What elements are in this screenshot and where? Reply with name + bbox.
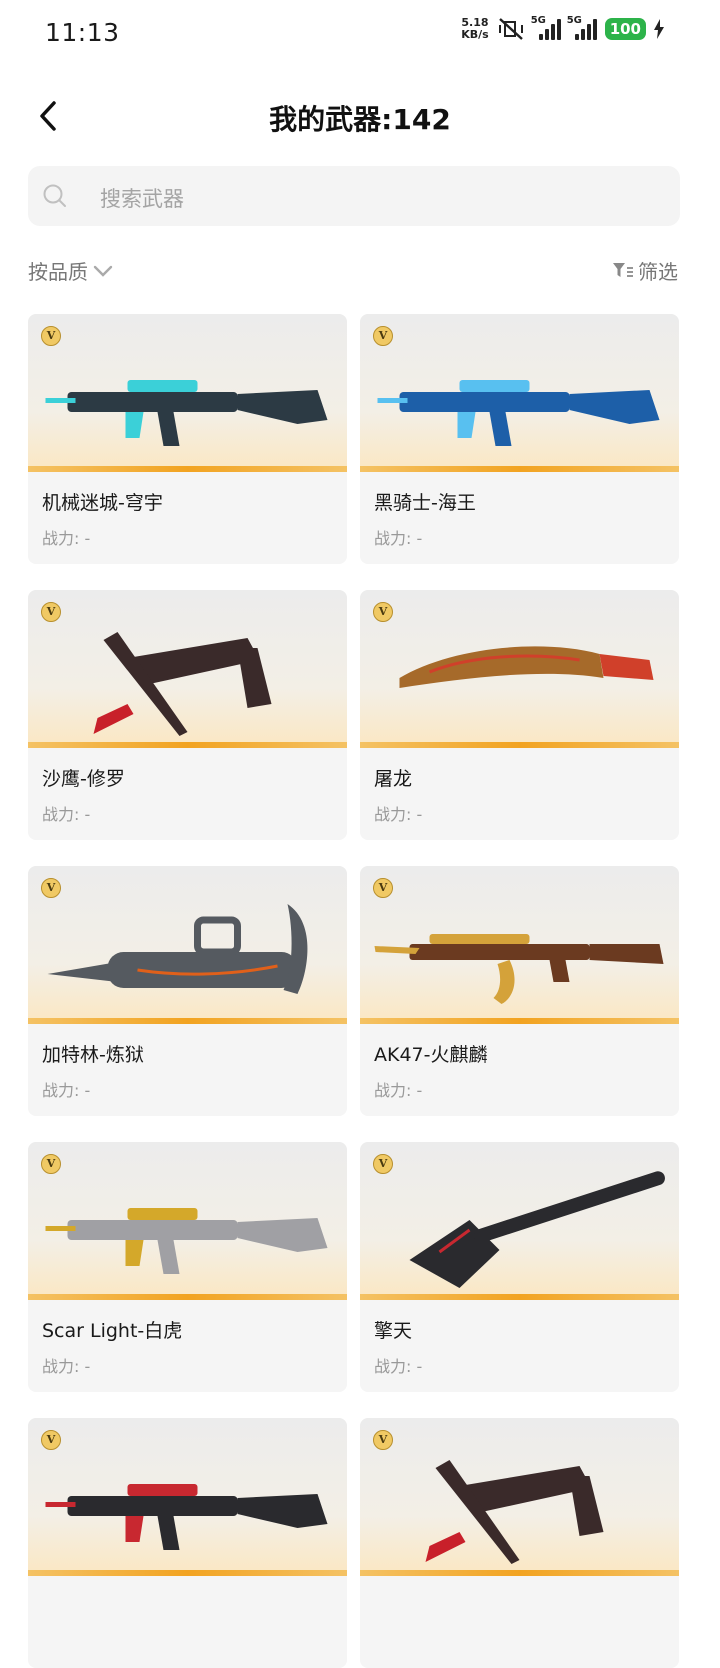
weapon-power: 战力: - [42,529,91,548]
weapon-name: 屠龙 [374,768,413,790]
weapon-power: 战力: - [374,529,423,548]
weapon-name: 加特林-炼狱 [42,1044,144,1066]
weapon-image: V [28,1418,347,1576]
quality-color-bar [360,1018,679,1024]
status-bar: 11:13 5.18 KB/s 5G 5G 100 [0,0,720,66]
mute-vibrate-icon [498,18,523,40]
filter-icon [613,262,633,277]
pistol-blade-icon [425,1460,604,1564]
quality-color-bar [28,742,347,748]
weapon-power: 战力: - [42,805,91,824]
weapon-card[interactable]: V [28,1418,347,1668]
filter-button[interactable]: 筛选 [612,256,678,285]
ak-rifle-icon [374,934,664,1004]
quality-badge-icon: V [41,602,61,622]
weapon-image: V [360,866,679,1024]
weapon-image: V [28,1142,347,1300]
shovel-icon [409,1171,665,1288]
network-type-1: 5G [530,15,546,26]
weapon-card[interactable]: V Scar Light-白虎 战力: - [28,1142,347,1392]
sort-dropdown[interactable]: 按品质 [28,256,114,285]
page-header: 我的武器:142 [0,86,720,146]
quality-badge-icon: V [373,1154,393,1174]
speed-unit: KB/s [461,28,489,41]
weapon-card[interactable]: V 擎天战力: - [360,1142,679,1392]
weapon-card[interactable]: V 屠龙战力: - [360,590,679,840]
quality-color-bar [360,1294,679,1300]
search-placeholder: 搜索武器 [100,187,184,211]
quality-badge-icon: V [41,878,61,898]
rifle-icon [45,380,328,446]
weapon-card[interactable]: V 沙鹰-修罗战力: - [28,590,347,840]
search-input[interactable]: 搜索武器 [28,166,680,226]
rifle-icon [45,1208,328,1274]
filter-label: 筛选 [638,260,678,284]
weapon-name: 擎天 [374,1320,413,1342]
weapon-image: V [360,590,679,748]
weapon-card[interactable]: V 黑骑士-海王 战力: - [360,314,679,564]
weapon-power: 战力: - [374,805,423,824]
quality-badge-icon: V [41,326,61,346]
quality-badge-icon: V [41,1154,61,1174]
quality-color-bar [28,466,347,472]
quality-color-bar [28,1018,347,1024]
charging-icon [654,19,664,39]
quality-color-bar [360,742,679,748]
weapon-name: 沙鹰-修罗 [42,768,125,790]
weapon-image: V [28,590,347,748]
network-speed: 5.18 KB/s [461,17,488,41]
pistol-blade-icon [93,632,272,736]
quality-badge-icon: V [373,1430,393,1450]
signal-icon-2: 5G [566,15,597,40]
signal-icon-1: 5G [530,15,561,40]
quality-color-bar [28,1294,347,1300]
rifle-icon [377,380,660,446]
weapon-name: 黑骑士-海王 [374,492,476,514]
weapon-image: V [360,1142,679,1300]
weapon-power: 战力: - [374,1081,423,1100]
weapon-image: V [360,1418,679,1576]
weapon-image: V [28,314,347,472]
weapon-image: V [360,314,679,472]
page-title: 我的武器:142 [269,103,451,136]
quality-badge-icon: V [41,1430,61,1450]
weapon-power: 战力: - [42,1081,91,1100]
weapon-image: V [28,866,347,1024]
gatling-icon [47,904,308,994]
weapon-power: 战力: - [42,1357,91,1376]
weapon-name: Scar Light-白虎 [42,1320,183,1342]
quality-badge-icon: V [373,326,393,346]
quality-color-bar [28,1570,347,1576]
quality-color-bar [360,466,679,472]
search-icon [43,184,66,207]
status-time: 11:13 [45,18,120,47]
weapon-name: 机械迷城-穹宇 [42,492,163,514]
rifle-icon [45,1484,328,1550]
weapon-name: AK47-火麒麟 [374,1044,488,1066]
quality-color-bar [360,1570,679,1576]
weapon-card[interactable]: V 加特林-炼狱 战力: - [28,866,347,1116]
quality-badge-icon: V [373,602,393,622]
sort-label: 按品质 [28,260,88,284]
weapon-card[interactable]: V [360,1418,679,1668]
machete-icon [399,646,654,688]
weapon-card[interactable]: V AK47-火麒麟 战力: - [360,866,679,1116]
battery-level: 100 [604,18,646,40]
weapon-card[interactable]: V 机械迷城-穹宇 战力: - [28,314,347,564]
weapon-power: 战力: - [374,1357,423,1376]
network-type-2: 5G [566,15,582,26]
status-icons: 5.18 KB/s 5G 5G 100 [461,15,664,41]
chevron-down-icon [93,265,113,277]
quality-badge-icon: V [373,878,393,898]
